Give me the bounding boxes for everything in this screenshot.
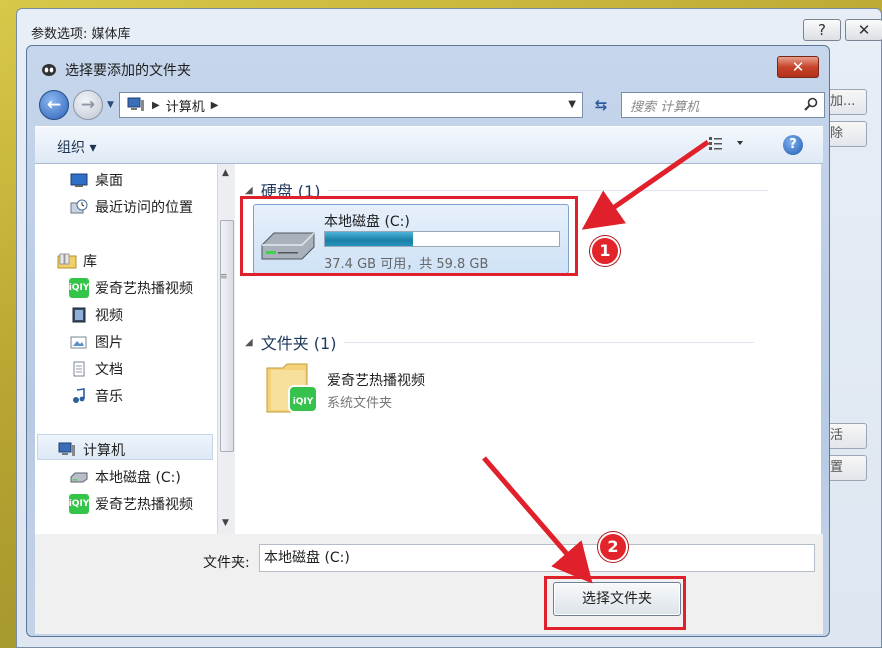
- outer-help-button[interactable]: ?: [803, 19, 841, 41]
- forward-arrow-icon: →: [80, 95, 96, 115]
- folder-field-label: 文件夹:: [203, 555, 250, 571]
- iqiyi-icon: iQIY: [69, 278, 89, 298]
- app-icon: [39, 61, 59, 79]
- folder-name[interactable]: 爱奇艺热播视频: [327, 370, 425, 390]
- nav-item-iqiyi-2[interactable]: iQIY 爱奇艺热播视频: [69, 494, 193, 514]
- collapse-icon[interactable]: ◢: [245, 185, 253, 196]
- iqiyi-folder-icon[interactable]: iQIY: [263, 360, 323, 416]
- nav-item-label: 音乐: [95, 389, 123, 405]
- breadcrumb-arrow-icon[interactable]: ▶: [211, 100, 219, 111]
- dialog-footer: 文件夹: 本地磁盘 (C:) 选择文件夹: [35, 534, 823, 634]
- computer-icon: [57, 441, 77, 459]
- scroll-down-icon[interactable]: ▼: [222, 518, 229, 528]
- breadcrumb-computer[interactable]: 计算机: [166, 96, 205, 115]
- group-folders-label: 文件夹 (1): [260, 334, 337, 353]
- group-divider: [328, 189, 769, 191]
- folder-input[interactable]: 本地磁盘 (C:): [259, 544, 815, 572]
- nav-item-pictures[interactable]: 图片: [69, 332, 123, 352]
- recent-places-icon: [69, 198, 89, 216]
- nav-item-music[interactable]: 音乐: [69, 386, 123, 406]
- search-placeholder: 搜索 计算机: [630, 99, 700, 115]
- desktop-icon: [69, 171, 89, 189]
- nav-item-label: 库: [83, 254, 97, 270]
- address-bar[interactable]: ▶ 计算机 ▶ ▼: [119, 92, 583, 118]
- documents-icon: [69, 360, 89, 378]
- nav-item-libraries[interactable]: 库: [57, 251, 97, 271]
- refresh-icon[interactable]: ⇆: [587, 92, 615, 118]
- group-header-folders-row[interactable]: ◢ 文件夹 (1): [245, 330, 755, 354]
- computer-icon: [126, 96, 146, 114]
- navigation-bar: ← → ▼ ▶ 计算机 ▶ ▼ ⇆ 搜索 计算机: [35, 88, 825, 120]
- nav-item-label: 爱奇艺热播视频: [95, 497, 193, 513]
- highlight-box-button: [544, 576, 686, 630]
- outer-dialog-title: 参数选项: 媒体库: [31, 27, 131, 42]
- iqiyi-icon: iQIY: [69, 494, 89, 514]
- search-icon[interactable]: [804, 97, 818, 115]
- step-badge-1: 1: [590, 236, 620, 266]
- outer-close-button[interactable]: ✕: [845, 19, 882, 41]
- scroll-grip-icon: ≡: [220, 272, 228, 282]
- back-button[interactable]: ←: [39, 90, 69, 120]
- scroll-up-icon[interactable]: ▲: [222, 168, 229, 178]
- breadcrumb-arrow-icon[interactable]: ▶: [152, 100, 160, 111]
- step-badge-2: 2: [598, 532, 628, 562]
- nav-scrollbar[interactable]: ▲ ≡ ▼: [217, 164, 235, 534]
- back-arrow-icon: ←: [46, 95, 62, 115]
- nav-item-desktop[interactable]: 桌面: [69, 170, 123, 190]
- svg-text:iQIY: iQIY: [293, 397, 314, 407]
- nav-item-label: 桌面: [95, 173, 123, 189]
- scroll-thumb[interactable]: [220, 220, 234, 452]
- change-view-icon[interactable]: [707, 135, 747, 155]
- nav-item-label: 图片: [95, 335, 123, 351]
- nav-item-label: 最近访问的位置: [95, 200, 193, 216]
- nav-item-computer[interactable]: 计算机: [57, 440, 125, 460]
- video-icon: [69, 306, 89, 324]
- nav-item-label: 计算机: [83, 443, 125, 459]
- group-divider: [344, 341, 755, 343]
- select-folder-dialog: 选择要添加的文件夹 ✕ ← → ▼ ▶ 计算机 ▶ ▼ ⇆ 搜索 计算机 组织 …: [26, 45, 830, 637]
- drive-icon: [69, 468, 89, 486]
- nav-item-videos[interactable]: 视频: [69, 305, 123, 325]
- dialog-titlebar: 选择要添加的文件夹: [39, 60, 191, 80]
- nav-item-iqiyi[interactable]: iQIY 爱奇艺热播视频: [69, 278, 193, 298]
- nav-item-recent-places[interactable]: 最近访问的位置: [69, 197, 193, 217]
- nav-item-label: 视频: [95, 308, 123, 324]
- address-dropdown-icon[interactable]: ▼: [568, 99, 576, 110]
- pictures-icon: [69, 333, 89, 351]
- nav-item-label: 本地磁盘 (C:): [95, 470, 181, 486]
- command-toolbar: 组织 ▾ ?: [35, 126, 823, 164]
- music-icon: [69, 387, 89, 405]
- nav-item-label: 爱奇艺热播视频: [95, 281, 193, 297]
- help-icon[interactable]: ?: [783, 135, 803, 155]
- forward-button[interactable]: →: [73, 90, 103, 120]
- nav-item-documents[interactable]: 文档: [69, 359, 123, 379]
- highlight-box-disk: [240, 196, 578, 276]
- collapse-icon[interactable]: ◢: [245, 337, 253, 348]
- folder-type: 系统文件夹: [327, 396, 393, 411]
- dialog-close-button[interactable]: ✕: [777, 56, 819, 78]
- navigation-pane: 桌面 最近访问的位置 库 iQIY 爱奇艺热播视频 视频 图片 文档 音乐 计算…: [35, 164, 235, 534]
- search-box[interactable]: 搜索 计算机: [621, 92, 825, 118]
- nav-item-local-disk[interactable]: 本地磁盘 (C:): [69, 467, 181, 487]
- recent-pages-dropdown-icon[interactable]: ▼: [107, 100, 114, 110]
- library-icon: [57, 252, 77, 270]
- organize-menu[interactable]: 组织 ▾: [57, 137, 96, 157]
- nav-item-label: 文档: [95, 362, 123, 378]
- dialog-title: 选择要添加的文件夹: [65, 63, 191, 79]
